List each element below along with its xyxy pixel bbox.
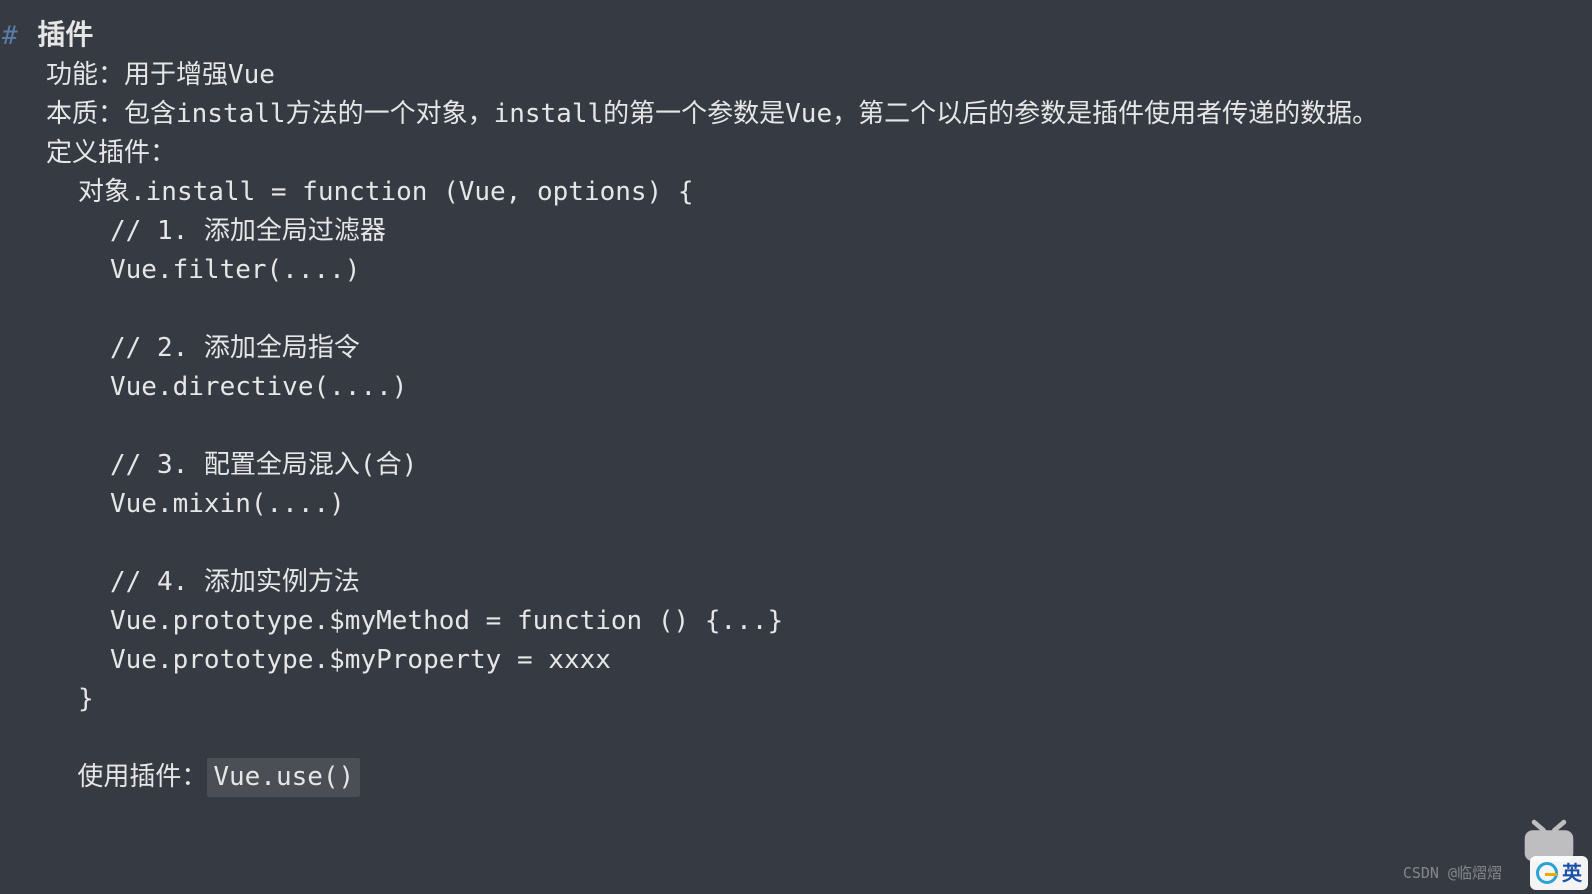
use-plugin-code: Vue.use() xyxy=(207,758,360,797)
code-close-brace: } xyxy=(0,680,1592,719)
doc-heading-line: # 插件 xyxy=(0,14,1592,56)
logo-text: 英 xyxy=(1562,858,1582,888)
heading-text: 插件 xyxy=(37,18,93,51)
code-comment-2: // 2. 添加全局指令 xyxy=(0,329,1592,368)
markdown-hash-icon: # xyxy=(0,21,22,51)
code-line-myproperty: Vue.prototype.$myProperty = xxxx xyxy=(0,641,1592,680)
line-define-plugin: 定义插件： xyxy=(0,134,1592,173)
line-essence: 本质：包含install方法的一个对象，install的第一个参数是Vue，第二… xyxy=(0,95,1592,134)
code-comment-1: // 1. 添加全局过滤器 xyxy=(0,212,1592,251)
line-use-plugin: 使用插件：Vue.use() xyxy=(0,719,1592,797)
blank-line xyxy=(0,290,1592,329)
use-plugin-label: 使用插件： xyxy=(77,762,207,792)
code-line-mixin: Vue.mixin(....) xyxy=(0,485,1592,524)
code-comment-3: // 3. 配置全局混入(合) xyxy=(0,446,1592,485)
code-comment-4: // 4. 添加实例方法 xyxy=(0,563,1592,602)
line-function: 功能：用于增强Vue xyxy=(0,56,1592,95)
blank-line xyxy=(0,407,1592,446)
csdn-watermark: CSDN @临熠熠 xyxy=(1403,862,1502,885)
corner-logo: 英 xyxy=(1530,856,1588,890)
line-install-signature: 对象.install = function (Vue, options) { xyxy=(0,173,1592,212)
logo-circle-icon xyxy=(1536,862,1558,884)
blank-line xyxy=(0,524,1592,563)
code-line-directive: Vue.directive(....) xyxy=(0,368,1592,407)
code-line-filter: Vue.filter(....) xyxy=(0,251,1592,290)
code-line-mymethod: Vue.prototype.$myMethod = function () {.… xyxy=(0,602,1592,641)
